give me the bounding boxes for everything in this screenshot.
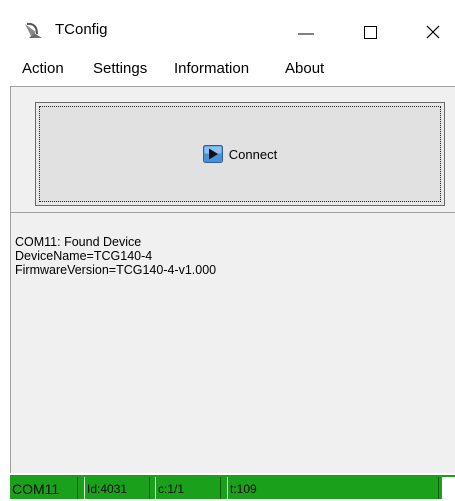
log-line: FirmwareVersion=TCG140-4-v1.000 (15, 263, 217, 277)
maximize-button[interactable] (345, 16, 391, 46)
status-t: t:109 (227, 477, 439, 499)
status-bar: COM11 Id:4031 c:1/1 t:109 (10, 475, 455, 499)
status-spare (442, 477, 455, 499)
menu-action[interactable]: Action (22, 59, 64, 79)
title-bar: TConfig (0, 0, 455, 40)
menu-information[interactable]: Information (174, 59, 249, 79)
satellite-dish-icon (25, 22, 42, 38)
menu-settings[interactable]: Settings (93, 59, 147, 79)
connect-button[interactable]: Connect (35, 102, 445, 206)
connect-button-focus-rect: Connect (39, 106, 441, 202)
window-title: TConfig (55, 21, 108, 38)
status-id: Id:4031 (84, 477, 150, 499)
close-button[interactable] (410, 16, 455, 46)
status-c: c:1/1 (155, 477, 221, 499)
main-panel: Connect COM11: Found Device DeviceName=T… (10, 86, 455, 473)
menu-bar: Action Settings Information About (0, 54, 455, 82)
device-log: COM11: Found Device DeviceName=TCG140-4 … (15, 235, 445, 455)
log-line: COM11: Found Device (15, 235, 142, 249)
minimize-button[interactable] (280, 16, 326, 46)
connect-label: Connect (228, 146, 278, 162)
divider (11, 212, 455, 213)
log-line: DeviceName=TCG140-4 (15, 249, 153, 263)
play-icon (202, 145, 223, 163)
status-port: COM11 (10, 477, 78, 499)
menu-about[interactable]: About (285, 59, 324, 79)
